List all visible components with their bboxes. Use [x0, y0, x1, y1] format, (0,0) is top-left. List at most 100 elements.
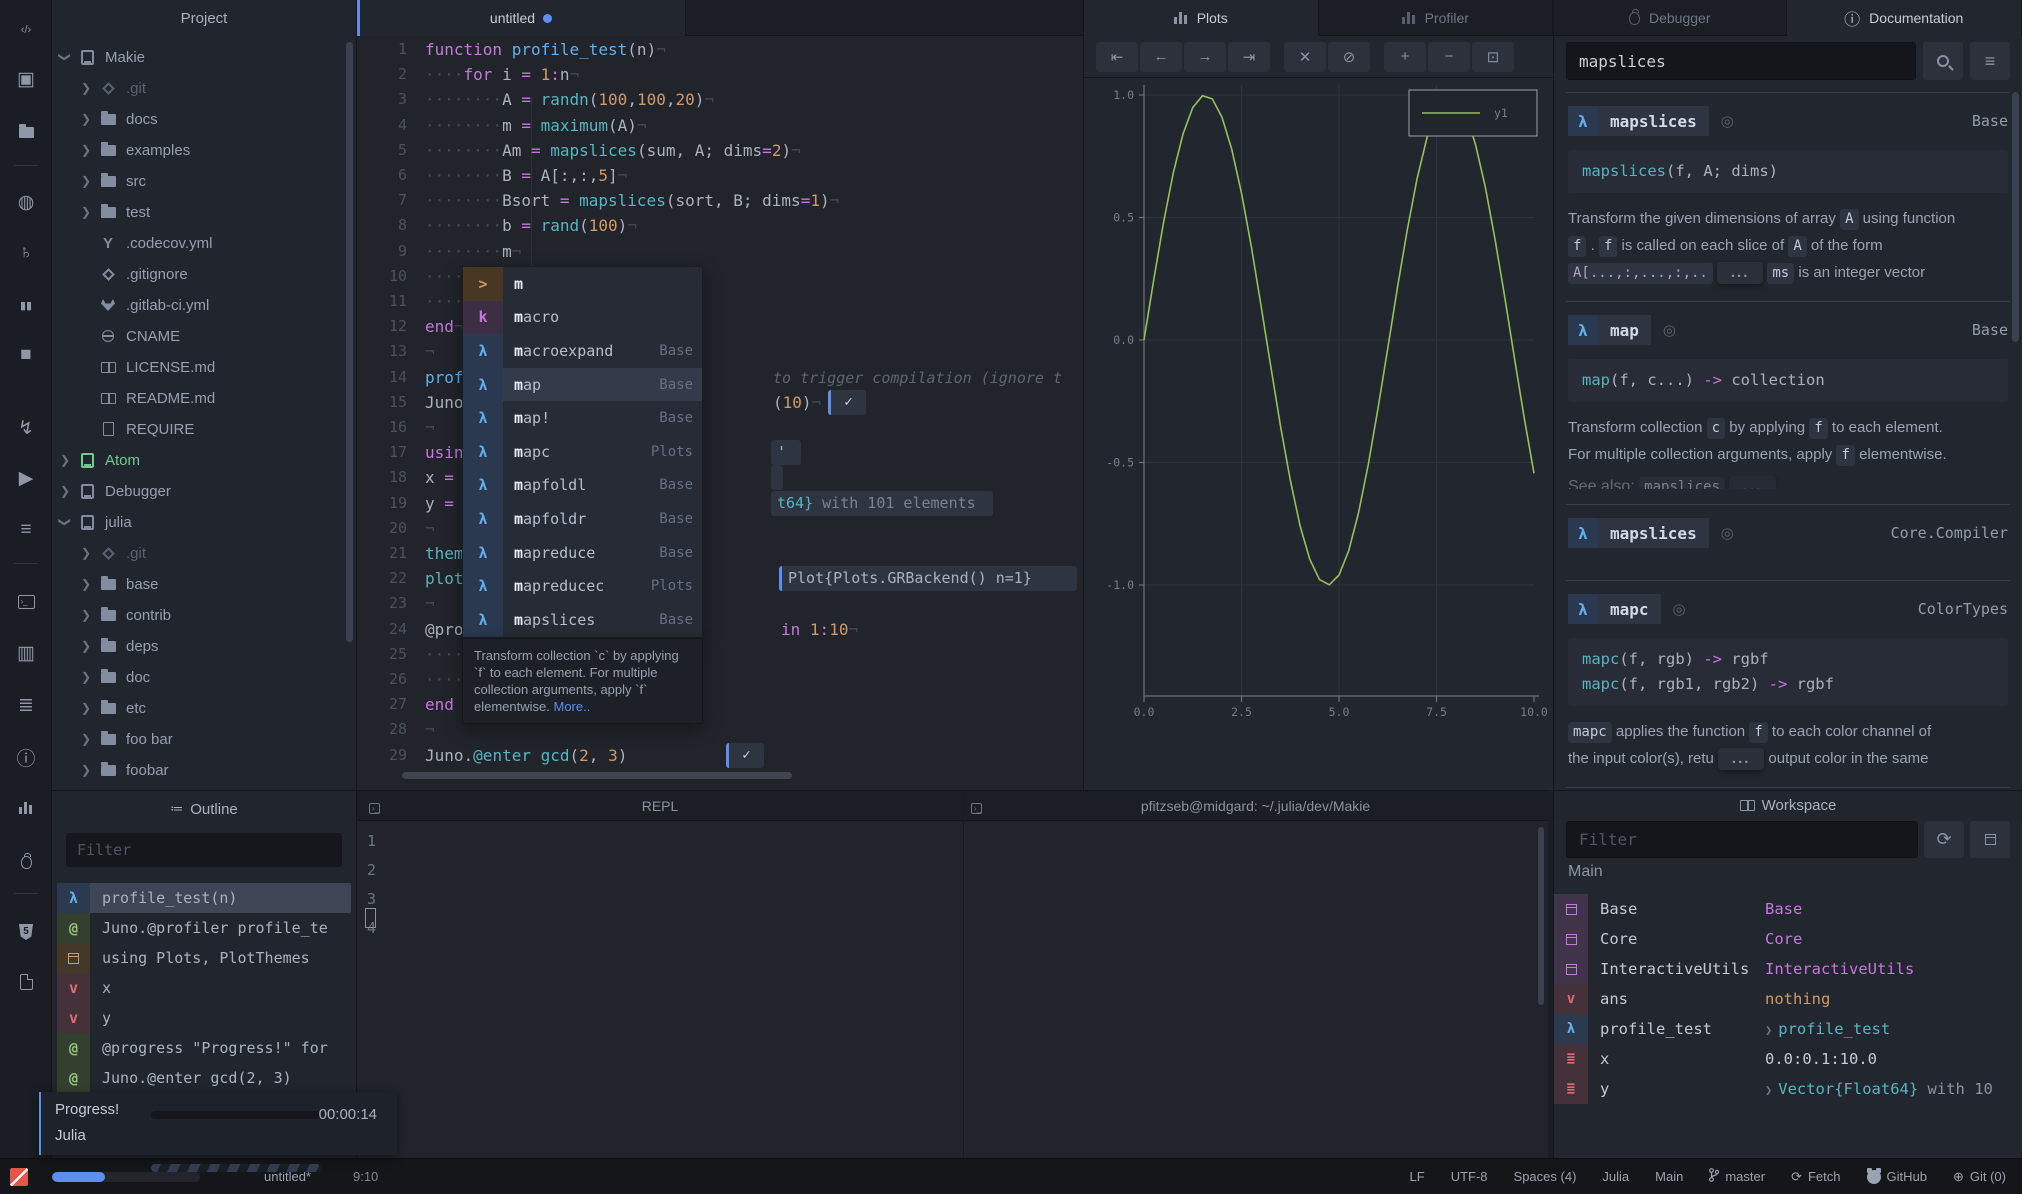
tree-item-test[interactable]: ❯ test: [52, 197, 356, 227]
repl-title[interactable]: REPL: [357, 791, 963, 821]
eye-icon[interactable]: ◎: [1721, 112, 1734, 130]
zoom-in-button[interactable]: +: [1384, 41, 1426, 72]
doc-entry-name[interactable]: mapc: [1598, 594, 1661, 624]
status-item-lf[interactable]: LF: [1410, 1169, 1425, 1184]
pause-icon[interactable]: ▮▮: [0, 292, 51, 318]
lightning-icon[interactable]: ↯: [0, 415, 51, 441]
tree-item--gitignore[interactable]: .gitignore: [52, 259, 356, 289]
tree-item-base[interactable]: ❯ base: [52, 569, 356, 599]
next-plot-button[interactable]: →: [1184, 41, 1226, 72]
workspace-row-InteractiveUtils[interactable]: InteractiveUtils InteractiveUtils: [1554, 954, 2022, 984]
eye-icon[interactable]: ◎: [1673, 600, 1686, 618]
workspace-row-x[interactable]: ≣ x 0.0:0.1:10.0: [1554, 1044, 2022, 1074]
terminal-icon[interactable]: ›_: [0, 589, 51, 615]
open-folder-icon[interactable]: [0, 119, 51, 145]
workspace-package-button[interactable]: [1970, 820, 2010, 858]
tree-item-deps[interactable]: ❯ deps: [52, 631, 356, 661]
autocomplete-item-map![interactable]: λ map! Base: [463, 401, 702, 435]
stop-icon[interactable]: ■: [0, 342, 51, 368]
tasks-icon[interactable]: ≣: [0, 692, 51, 718]
repl-scrollbar[interactable]: [1538, 827, 1544, 1005]
tree-item-atom[interactable]: ❯ Atom: [52, 445, 356, 475]
inline-result-check[interactable]: ✓: [828, 389, 866, 415]
autocomplete-item-mapslices[interactable]: λ mapslices Base: [463, 602, 702, 637]
error-status-icon[interactable]: [10, 1167, 28, 1186]
save-icon[interactable]: ▣: [0, 66, 51, 92]
tree-item--git[interactable]: ❯ .git: [52, 73, 356, 103]
tab-profiler[interactable]: Profiler: [1319, 0, 1553, 36]
globe-icon[interactable]: ◍: [0, 189, 51, 215]
workspace-refresh-button[interactable]: ⟳: [1924, 820, 1964, 858]
docs-search-button[interactable]: [1923, 42, 1963, 80]
tree-item-contrib[interactable]: ❯ contrib: [52, 600, 356, 630]
tree-item-src[interactable]: ❯ src: [52, 166, 356, 196]
tree-item--git[interactable]: ❯ .git: [52, 538, 356, 568]
inline-result[interactable]: Plot{Plots.GRBackend() n=1}: [779, 566, 1077, 592]
outline-item[interactable]: @ @progress "Progress!" for: [57, 1033, 351, 1063]
terminal-title[interactable]: pfitzseb@midgard: ~/.julia/dev/Makie: [963, 791, 1548, 821]
tree-item-examples[interactable]: ❯ examples: [52, 135, 356, 165]
autocomplete-item-macroexpand[interactable]: λ macroexpand Base: [463, 334, 702, 368]
tab-documentation[interactable]: ⓘ Documentation: [1786, 0, 2022, 36]
documentation-icon[interactable]: ▥: [0, 640, 51, 666]
tree-item--gitlab-ci-yml[interactable]: .gitlab-ci.yml: [52, 290, 356, 320]
autocomplete-item-mapreducec[interactable]: λ mapreducec Plots: [463, 569, 702, 603]
autocomplete-item-m[interactable]: > m: [463, 267, 702, 301]
outline-item[interactable]: vy: [57, 1003, 351, 1033]
outline-filter-input[interactable]: [66, 833, 342, 867]
editor-hscrollbar[interactable]: [402, 772, 792, 779]
play-icon[interactable]: ▶: [0, 465, 51, 491]
tab-untitled[interactable]: untitled: [357, 0, 686, 36]
chart-icon[interactable]: [0, 795, 51, 821]
bug-icon[interactable]: [0, 849, 51, 875]
pdf-icon[interactable]: [0, 969, 51, 995]
docs-menu-button[interactable]: ≡: [1970, 42, 2010, 80]
code-file-icon[interactable]: ‹/›: [0, 17, 51, 43]
outline-item[interactable]: using Plots, PlotThemes: [57, 943, 351, 973]
tab-debugger[interactable]: Debugger: [1554, 0, 1787, 36]
more-link[interactable]: More..: [553, 699, 590, 714]
plot-canvas[interactable]: 1.0 0.5 0.0 -0.5 -1.0 0.0 2.5 5.0 7.5 10.0 y1: [1084, 78, 1553, 790]
info-icon[interactable]: ⓘ: [0, 744, 51, 770]
tree-item-debugger[interactable]: ❯ Debugger: [52, 476, 356, 506]
tree-item-cname[interactable]: CNAME: [52, 321, 356, 351]
inline-result-check[interactable]: ✓: [726, 742, 764, 768]
eye-icon[interactable]: ◎: [1721, 524, 1734, 542]
tree-item-foobar[interactable]: ❯ foobar: [52, 755, 356, 785]
autocomplete-item-mapreduce[interactable]: λ mapreduce Base: [463, 535, 702, 570]
workspace-filter-input[interactable]: [1566, 820, 1918, 858]
autocomplete-item-map[interactable]: λ map Base: [463, 367, 702, 402]
autocomplete-item-mapc[interactable]: λ mapc Plots: [463, 434, 702, 469]
last-plot-button[interactable]: ⇥: [1228, 41, 1270, 72]
tree-item-require[interactable]: REQUIRE: [52, 414, 356, 444]
docs-search-input[interactable]: [1566, 42, 1916, 80]
first-plot-button[interactable]: ⇤: [1096, 41, 1138, 72]
project-scrollbar[interactable]: [346, 42, 353, 642]
status-item-fetch[interactable]: ⟳ Fetch: [1791, 1169, 1840, 1185]
tree-item-readme-md[interactable]: README.md: [52, 383, 356, 413]
inline-result[interactable]: t64} with 101 elements: [771, 490, 993, 516]
tree-item-julia[interactable]: ❯ julia: [52, 507, 356, 537]
profile-icon[interactable]: ≡: [0, 517, 51, 543]
fit-plot-button[interactable]: ⊡: [1472, 41, 1514, 72]
status-item-julia[interactable]: Julia: [1602, 1169, 1629, 1184]
workspace-row-Base[interactable]: Base Base: [1554, 894, 2022, 924]
clear-plots-button[interactable]: ⊘: [1328, 41, 1370, 72]
inline-result[interactable]: [771, 465, 783, 491]
tree-item-docs[interactable]: ❯ docs: [52, 104, 356, 134]
status-item-spaces-4-[interactable]: Spaces (4): [1514, 1169, 1577, 1184]
disclosure-icon[interactable]: ❯: [1765, 1083, 1772, 1097]
doc-entry-name[interactable]: mapslices: [1598, 518, 1709, 548]
disclosure-icon[interactable]: ❯: [1765, 1023, 1772, 1037]
status-item-git-0-[interactable]: ⊕ Git (0): [1953, 1169, 2006, 1185]
workspace-row-ans[interactable]: v ans nothing: [1554, 984, 2022, 1014]
outline-item[interactable]: @ Juno.@enter gcd(2, 3): [57, 1063, 351, 1093]
tree-item-doc[interactable]: ❯ doc: [52, 662, 356, 692]
tree-item-etc[interactable]: ❯ etc: [52, 693, 356, 723]
planet-icon[interactable]: ♄: [0, 240, 51, 266]
doc-entry-name[interactable]: mapslices: [1598, 106, 1709, 136]
close-plot-button[interactable]: ✕: [1284, 41, 1326, 72]
autocomplete-item-mapfoldl[interactable]: λ mapfoldl Base: [463, 468, 702, 503]
workspace-row-profile_test[interactable]: λ profile_test ❯ profile_test: [1554, 1014, 2022, 1044]
prev-plot-button[interactable]: ←: [1140, 41, 1182, 72]
